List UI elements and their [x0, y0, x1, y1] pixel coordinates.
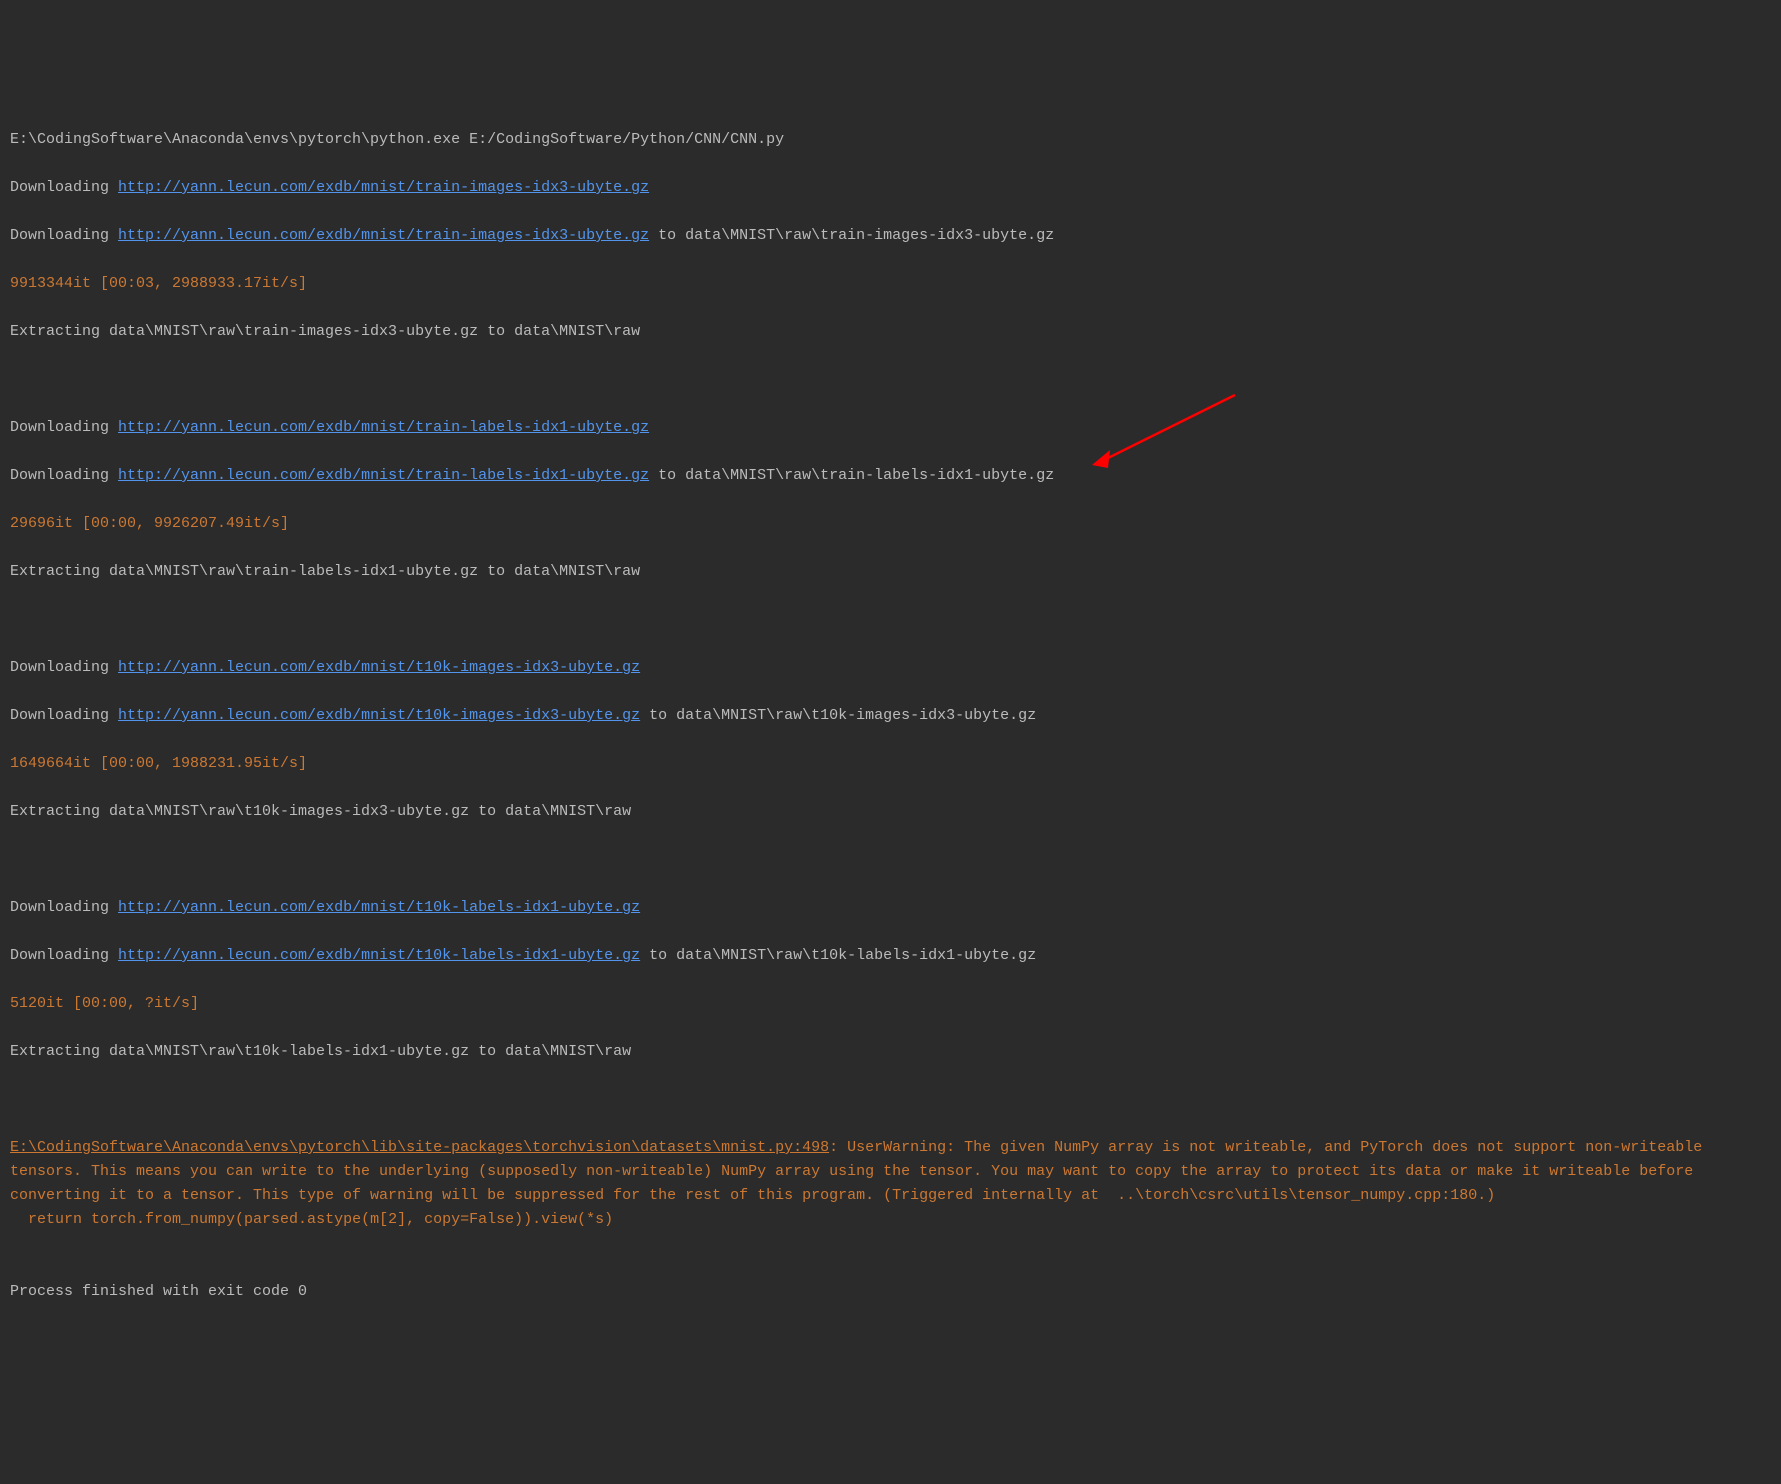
- command-line: E:\CodingSoftware\Anaconda\envs\pytorch\…: [10, 128, 1771, 152]
- console-output: E:\CodingSoftware\Anaconda\envs\pytorch\…: [10, 104, 1771, 1328]
- download-line: Downloading http://yann.lecun.com/exdb/m…: [10, 656, 1771, 680]
- download-url-link[interactable]: http://yann.lecun.com/exdb/mnist/train-i…: [118, 179, 649, 196]
- progress-line: 29696it [00:00, 9926207.49it/s]: [10, 512, 1771, 536]
- download-line: Downloading http://yann.lecun.com/exdb/m…: [10, 944, 1771, 968]
- progress-line: 9913344it [00:03, 2988933.17it/s]: [10, 272, 1771, 296]
- progress-line: 1649664it [00:00, 1988231.95it/s]: [10, 752, 1771, 776]
- warning-file-link[interactable]: E:\CodingSoftware\Anaconda\envs\pytorch\…: [10, 1139, 829, 1156]
- download-url-link[interactable]: http://yann.lecun.com/exdb/mnist/t10k-la…: [118, 947, 640, 964]
- download-url-link[interactable]: http://yann.lecun.com/exdb/mnist/t10k-im…: [118, 659, 640, 676]
- warning-block: E:\CodingSoftware\Anaconda\envs\pytorch\…: [10, 1139, 1711, 1228]
- download-line: Downloading http://yann.lecun.com/exdb/m…: [10, 176, 1771, 200]
- download-line: Downloading http://yann.lecun.com/exdb/m…: [10, 416, 1771, 440]
- extract-line: Extracting data\MNIST\raw\train-images-i…: [10, 320, 1771, 344]
- progress-line: 5120it [00:00, ?it/s]: [10, 992, 1771, 1016]
- download-url-link[interactable]: http://yann.lecun.com/exdb/mnist/t10k-im…: [118, 707, 640, 724]
- download-url-link[interactable]: http://yann.lecun.com/exdb/mnist/train-i…: [118, 227, 649, 244]
- download-line: Downloading http://yann.lecun.com/exdb/m…: [10, 224, 1771, 248]
- extract-line: Extracting data\MNIST\raw\train-labels-i…: [10, 560, 1771, 584]
- download-url-link[interactable]: http://yann.lecun.com/exdb/mnist/t10k-la…: [118, 899, 640, 916]
- extract-line: Extracting data\MNIST\raw\t10k-images-id…: [10, 800, 1771, 824]
- extract-line: Extracting data\MNIST\raw\t10k-labels-id…: [10, 1040, 1771, 1064]
- download-line: Downloading http://yann.lecun.com/exdb/m…: [10, 464, 1771, 488]
- exit-line: Process finished with exit code 0: [10, 1280, 1771, 1304]
- download-url-link[interactable]: http://yann.lecun.com/exdb/mnist/train-l…: [118, 467, 649, 484]
- download-line: Downloading http://yann.lecun.com/exdb/m…: [10, 896, 1771, 920]
- download-url-link[interactable]: http://yann.lecun.com/exdb/mnist/train-l…: [118, 419, 649, 436]
- download-line: Downloading http://yann.lecun.com/exdb/m…: [10, 704, 1771, 728]
